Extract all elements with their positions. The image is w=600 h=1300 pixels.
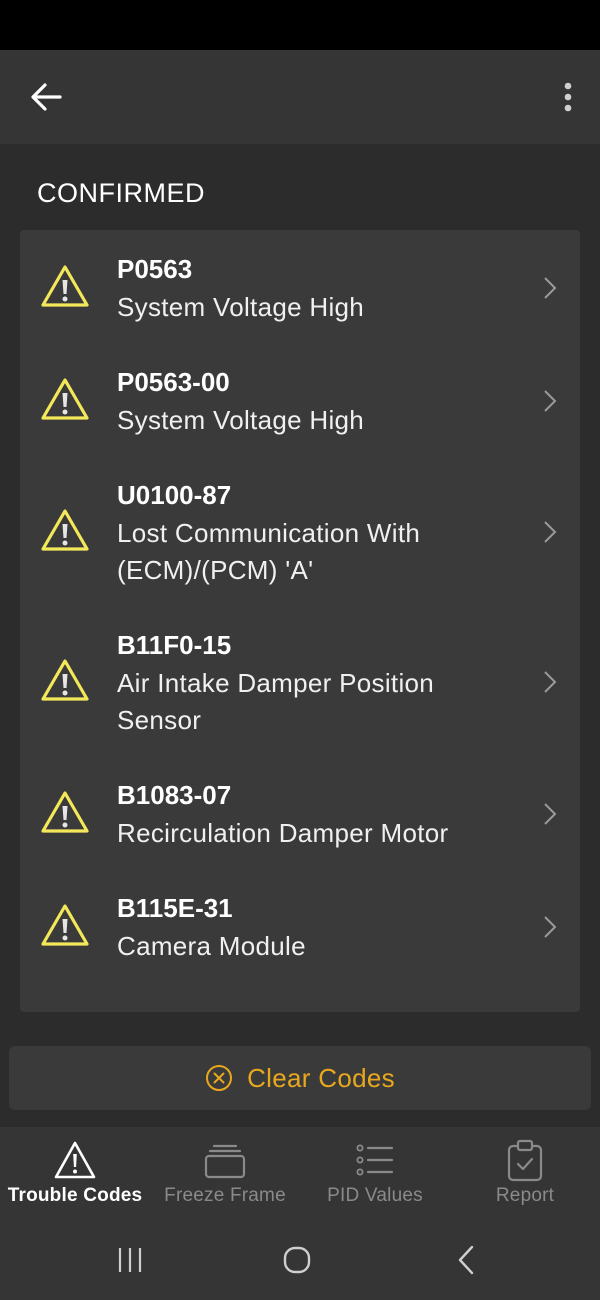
warning-triangle-icon xyxy=(41,904,89,946)
status-bar xyxy=(0,0,600,50)
chevron-right-icon xyxy=(544,521,557,543)
warning-triangle-icon xyxy=(54,1141,96,1179)
trouble-code-description: Camera Module xyxy=(117,931,306,961)
chevron-left-icon xyxy=(458,1245,474,1275)
clear-codes-label: Clear Codes xyxy=(247,1062,395,1093)
trouble-code: B115E-31 xyxy=(117,893,233,923)
clear-codes-button[interactable]: Clear Codes xyxy=(9,1046,591,1110)
tab-trouble-codes[interactable]: Trouble Codes xyxy=(0,1127,150,1222)
trouble-code-description: Lost Communication With (ECM)/(PCM) 'A' xyxy=(117,518,421,585)
chevron-right-icon xyxy=(544,916,557,938)
trouble-code: P0563 xyxy=(117,254,193,284)
tab-label: PID Values xyxy=(327,1185,423,1206)
trouble-code: U0100-87 xyxy=(117,480,232,510)
system-navigation-bar xyxy=(0,1222,600,1300)
tab-label: Trouble Codes xyxy=(7,1185,143,1206)
trouble-code-item[interactable]: P0563-00 System Voltage High xyxy=(20,343,580,456)
back-button[interactable] xyxy=(22,77,70,117)
warning-triangle-icon xyxy=(41,509,89,551)
trouble-code-list: P0563 System Voltage High P0563-00 Syste… xyxy=(20,230,580,1012)
trouble-code: B11F0-15 xyxy=(117,630,232,660)
more-vertical-icon xyxy=(564,82,572,112)
home-button[interactable] xyxy=(272,1240,322,1280)
tab-label: Freeze Frame xyxy=(164,1185,286,1206)
chevron-right-icon xyxy=(544,803,557,825)
home-circle-icon xyxy=(283,1246,311,1274)
recent-apps-button[interactable] xyxy=(105,1240,155,1280)
chevron-right-icon xyxy=(544,390,557,412)
clipboard-check-icon xyxy=(507,1139,543,1182)
trouble-code-item[interactable]: P0563 System Voltage High xyxy=(20,230,580,343)
more-options-button[interactable] xyxy=(554,77,582,117)
trouble-code: B1083-07 xyxy=(117,780,232,810)
trouble-code-description: Recirculation Damper Motor xyxy=(117,818,449,848)
app-bar xyxy=(0,50,600,144)
trouble-code-item[interactable]: B115E-31 Camera Module xyxy=(20,869,580,982)
tab-pid-values[interactable]: PID Values xyxy=(300,1127,450,1222)
trouble-code-item[interactable]: B1083-07 Recirculation Damper Motor xyxy=(20,756,580,869)
trouble-code: P0563-00 xyxy=(117,367,230,397)
warning-triangle-icon xyxy=(41,378,89,420)
warning-triangle-icon xyxy=(41,265,89,307)
system-back-button[interactable] xyxy=(441,1240,491,1280)
trouble-code-item[interactable]: U0100-87 Lost Communication With (ECM)/(… xyxy=(20,456,580,606)
section-title: CONFIRMED xyxy=(37,178,205,208)
trouble-code-description: System Voltage High xyxy=(117,405,365,435)
stack-icon xyxy=(204,1144,246,1179)
trouble-code-description: System Voltage High xyxy=(117,292,365,322)
warning-triangle-icon xyxy=(41,659,89,701)
bottom-navigation: Trouble Codes Freeze Frame PID Values Re… xyxy=(0,1127,600,1222)
list-icon xyxy=(356,1144,394,1176)
tab-freeze-frame[interactable]: Freeze Frame xyxy=(150,1127,300,1222)
warning-triangle-icon xyxy=(41,791,89,833)
recent-apps-icon xyxy=(118,1248,142,1272)
trouble-code-description: Air Intake Damper Position Sensor xyxy=(117,668,435,735)
trouble-code-item[interactable]: B11F0-15 Air Intake Damper Position Sens… xyxy=(20,606,580,756)
chevron-right-icon xyxy=(544,671,557,693)
tab-label: Report xyxy=(495,1185,555,1206)
tab-report[interactable]: Report xyxy=(450,1127,600,1222)
chevron-right-icon xyxy=(544,277,557,299)
arrow-left-icon xyxy=(31,83,62,111)
close-circle-icon xyxy=(206,1065,233,1091)
